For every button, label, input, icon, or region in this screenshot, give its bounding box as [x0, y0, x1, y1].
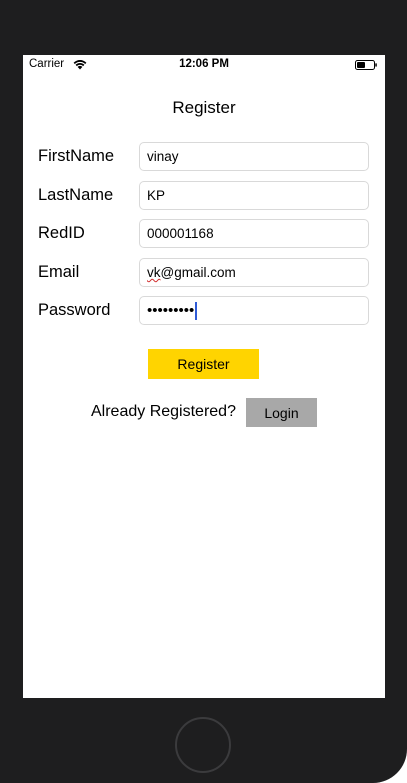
- already-registered-label: Already Registered?: [91, 403, 236, 420]
- email-field[interactable]: vk@gmail.com: [139, 258, 369, 287]
- status-bar: Carrier 12:06 PM: [23, 55, 385, 75]
- register-button[interactable]: Register: [148, 349, 259, 379]
- email-value: vk@gmail.com: [147, 265, 236, 280]
- redid-field[interactable]: [139, 219, 369, 248]
- redid-row: RedID: [23, 219, 385, 249]
- password-row: Password •••••••••: [23, 296, 385, 326]
- lastname-label: LastName: [38, 186, 114, 204]
- page-title: Register: [172, 98, 236, 117]
- email-value-prefix: vk: [147, 265, 161, 280]
- redid-label: RedID: [38, 224, 85, 242]
- lastname-row: LastName: [23, 181, 385, 211]
- status-time: 12:06 PM: [179, 58, 229, 70]
- password-label: Password: [38, 301, 111, 319]
- email-row: Email vk@gmail.com: [23, 258, 385, 288]
- app-screen: Carrier 12:06 PM Register FirstName Last…: [23, 55, 385, 698]
- home-button[interactable]: [175, 717, 231, 773]
- password-value: •••••••••: [147, 302, 195, 319]
- email-label: Email: [38, 263, 80, 281]
- lastname-field[interactable]: [139, 181, 369, 210]
- firstname-row: FirstName: [23, 142, 385, 172]
- device-frame: Carrier 12:06 PM Register FirstName Last…: [0, 0, 407, 783]
- firstname-label: FirstName: [38, 147, 115, 165]
- text-cursor: [195, 301, 198, 320]
- login-button[interactable]: Login: [246, 398, 317, 427]
- battery-icon: [355, 60, 377, 70]
- email-value-suffix: @gmail.com: [160, 265, 236, 280]
- password-field[interactable]: •••••••••: [139, 296, 369, 325]
- firstname-field[interactable]: [139, 142, 369, 171]
